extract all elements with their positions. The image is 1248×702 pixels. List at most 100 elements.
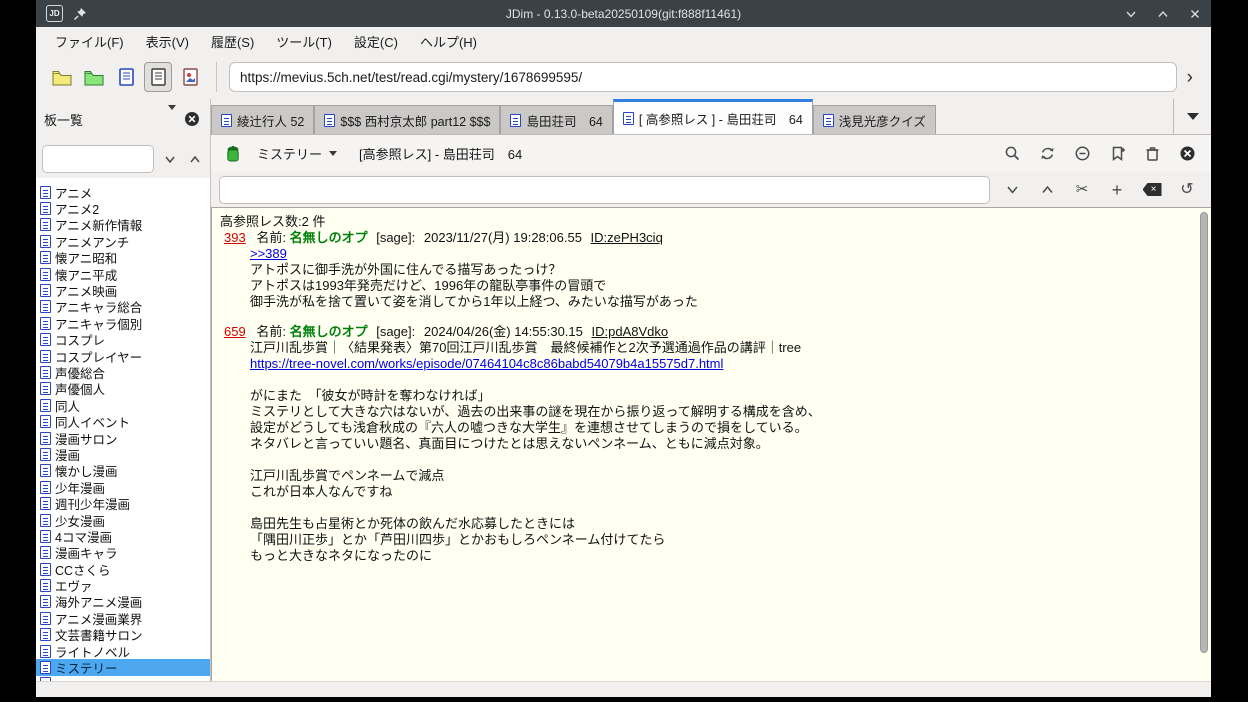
- board-list-item[interactable]: アニメ: [36, 184, 210, 200]
- board-list-item[interactable]: 声優個人: [36, 381, 210, 397]
- post-line: ネタバレと言っていい題名、真面目につけたとは思えないペンネーム、ともに減点対象。: [250, 436, 1197, 452]
- board-icon: [40, 366, 51, 379]
- board-list-item[interactable]: 同人イベント: [36, 413, 210, 429]
- board-list-item[interactable]: アニメ映画: [36, 282, 210, 298]
- sidebar-dropdown-button[interactable]: [168, 110, 176, 128]
- status-bar: [36, 681, 1211, 697]
- post-name-label: 名前:: [256, 230, 286, 245]
- bookmark-button[interactable]: [1107, 144, 1127, 164]
- app-window: JD JDim - 0.13.0-beta20250109(git:f888f1…: [36, 0, 1211, 697]
- board-list-item[interactable]: 漫画キャラ: [36, 545, 210, 561]
- content-scrollbar[interactable]: [1199, 210, 1209, 679]
- sidebar-search-down-button[interactable]: [161, 149, 179, 169]
- menu-item[interactable]: 表示(V): [135, 29, 200, 54]
- thread-title: [高参照レス] - 島田荘司 64: [359, 144, 522, 163]
- menu-item[interactable]: ファイル(F): [44, 29, 135, 54]
- thread-tab[interactable]: 浅見光彦クイズ: [813, 105, 936, 134]
- board-icon: [40, 268, 51, 281]
- menu-item[interactable]: 履歴(S): [200, 29, 265, 54]
- menu-item[interactable]: ヘルプ(H): [409, 29, 488, 54]
- board-list-item[interactable]: アニメ漫画業界: [36, 610, 210, 626]
- clear-search-button[interactable]: ×: [1142, 180, 1162, 200]
- undo-button[interactable]: ↺: [1177, 180, 1197, 200]
- sidebar-title: 板一覧: [44, 110, 83, 129]
- board-list-item[interactable]: アニメ2: [36, 200, 210, 216]
- green-folder-icon: [84, 69, 104, 86]
- board-list-item[interactable]: ミステリー: [36, 659, 210, 675]
- board-list-item[interactable]: 4コマ漫画: [36, 528, 210, 544]
- board-icon: [40, 645, 51, 658]
- stop-button[interactable]: [1072, 144, 1092, 164]
- scrollbar-thumb[interactable]: [1200, 212, 1208, 653]
- thread-view: 高参照レス数:2 件 393 名前: 名無しのオプ [sage]: 2023/1…: [211, 207, 1211, 681]
- url-input[interactable]: [229, 62, 1177, 92]
- thread-tab[interactable]: 綾辻行人 52: [211, 105, 314, 134]
- close-tab-button[interactable]: [1177, 144, 1197, 164]
- board-select-dropdown[interactable]: ミステリー: [253, 142, 341, 165]
- reload-button[interactable]: [1037, 144, 1057, 164]
- thread-search-input[interactable]: [219, 176, 990, 204]
- board-list-button[interactable]: [48, 62, 76, 92]
- sidebar-search-input[interactable]: [42, 145, 154, 173]
- board-list-item[interactable]: 文芸書籍サロン: [36, 627, 210, 643]
- sidebar-close-button[interactable]: [182, 109, 202, 129]
- search-button[interactable]: [1002, 144, 1022, 164]
- board-list-item[interactable]: エヴァ: [36, 577, 210, 593]
- board-list-item[interactable]: 声優総合: [36, 364, 210, 380]
- board-icon: [40, 218, 51, 231]
- tab-label: 島田荘司 64: [526, 111, 602, 130]
- image-view-button[interactable]: [176, 62, 204, 92]
- menu-item[interactable]: 設定(C): [343, 29, 409, 54]
- thread-tab[interactable]: [ 高参照レス ] - 島田荘司 64: [613, 99, 813, 134]
- open-url-button[interactable]: ›: [1177, 68, 1197, 87]
- post-line: これが日本人なんですね: [250, 484, 1197, 500]
- board-list-item[interactable]: 懐アニ平成: [36, 266, 210, 282]
- board-list-item[interactable]: 漫画: [36, 446, 210, 462]
- delete-button[interactable]: [1142, 144, 1162, 164]
- post-line: 設定がどうしても浅倉秋成の『六人の嘘つきな大学生』を連想させてしまうので損をして…: [250, 420, 1197, 436]
- post-header: 393 名前: 名無しのオプ [sage]: 2023/11/27(月) 19:…: [224, 230, 1197, 246]
- tab-list-dropdown-button[interactable]: [1173, 99, 1211, 134]
- board-list-item[interactable]: ライトノベル: [36, 643, 210, 659]
- close-window-button[interactable]: [1189, 8, 1201, 20]
- board-list-item[interactable]: アニキャラ総合: [36, 299, 210, 315]
- board-list-item[interactable]: コスプレ: [36, 332, 210, 348]
- write-icon: [225, 145, 241, 163]
- board-list-item[interactable]: 海外アニメ漫画: [36, 594, 210, 610]
- board-list-item[interactable]: 少年漫画: [36, 479, 210, 495]
- board-list-item[interactable]: 少女漫画: [36, 512, 210, 528]
- board-list-item[interactable]: 同人: [36, 397, 210, 413]
- extract-button[interactable]: ✂: [1072, 180, 1092, 200]
- favorites-button[interactable]: [80, 62, 108, 92]
- board-list-item[interactable]: 漫画サロン: [36, 430, 210, 446]
- board-list-item[interactable]: アニメアンチ: [36, 233, 210, 249]
- search-up-button[interactable]: [1037, 180, 1057, 200]
- post-id[interactable]: ID:zePH3ciq: [591, 230, 663, 245]
- chevron-down-icon: [329, 151, 337, 156]
- thread-tab[interactable]: 島田荘司 64: [500, 105, 612, 134]
- post-number-link[interactable]: 659: [224, 324, 246, 339]
- board-list-item[interactable]: 懐アニ昭和: [36, 250, 210, 266]
- sidebar-search-up-button[interactable]: [186, 149, 204, 169]
- post-number-link[interactable]: 393: [224, 230, 246, 245]
- board-list-item[interactable]: アニメ新作情報: [36, 217, 210, 233]
- thread-view-button[interactable]: [144, 62, 172, 92]
- maximize-button[interactable]: [1157, 8, 1169, 20]
- board-icon: [40, 595, 51, 608]
- search-down-button[interactable]: [1002, 180, 1022, 200]
- thread-tab[interactable]: $$$ 西村京太郎 part12 $$$: [314, 105, 500, 134]
- post-id[interactable]: ID:pdA8Vdko: [592, 324, 669, 339]
- tab-document-icon: [510, 114, 521, 127]
- board-list-item[interactable]: CCさくら: [36, 561, 210, 577]
- menu-item[interactable]: ツール(T): [265, 29, 343, 54]
- minimize-button[interactable]: [1125, 8, 1137, 20]
- board-list-item[interactable]: コスプレイヤー: [36, 348, 210, 364]
- board-icon: [40, 563, 51, 576]
- board-list-item[interactable]: 懐かし漫画: [36, 463, 210, 479]
- board-list-item[interactable]: アニキャラ個別: [36, 315, 210, 331]
- board-list-item[interactable]: 週刊少年漫画: [36, 495, 210, 511]
- add-button[interactable]: +: [1107, 180, 1127, 200]
- write-post-button[interactable]: [223, 144, 243, 164]
- thread-list-button[interactable]: [112, 62, 140, 92]
- post-body: 江戸川乱歩賞｜〈結果発表〉第70回江戸川乱歩賞 最終候補作と2次予選通過作品の講…: [224, 340, 1197, 564]
